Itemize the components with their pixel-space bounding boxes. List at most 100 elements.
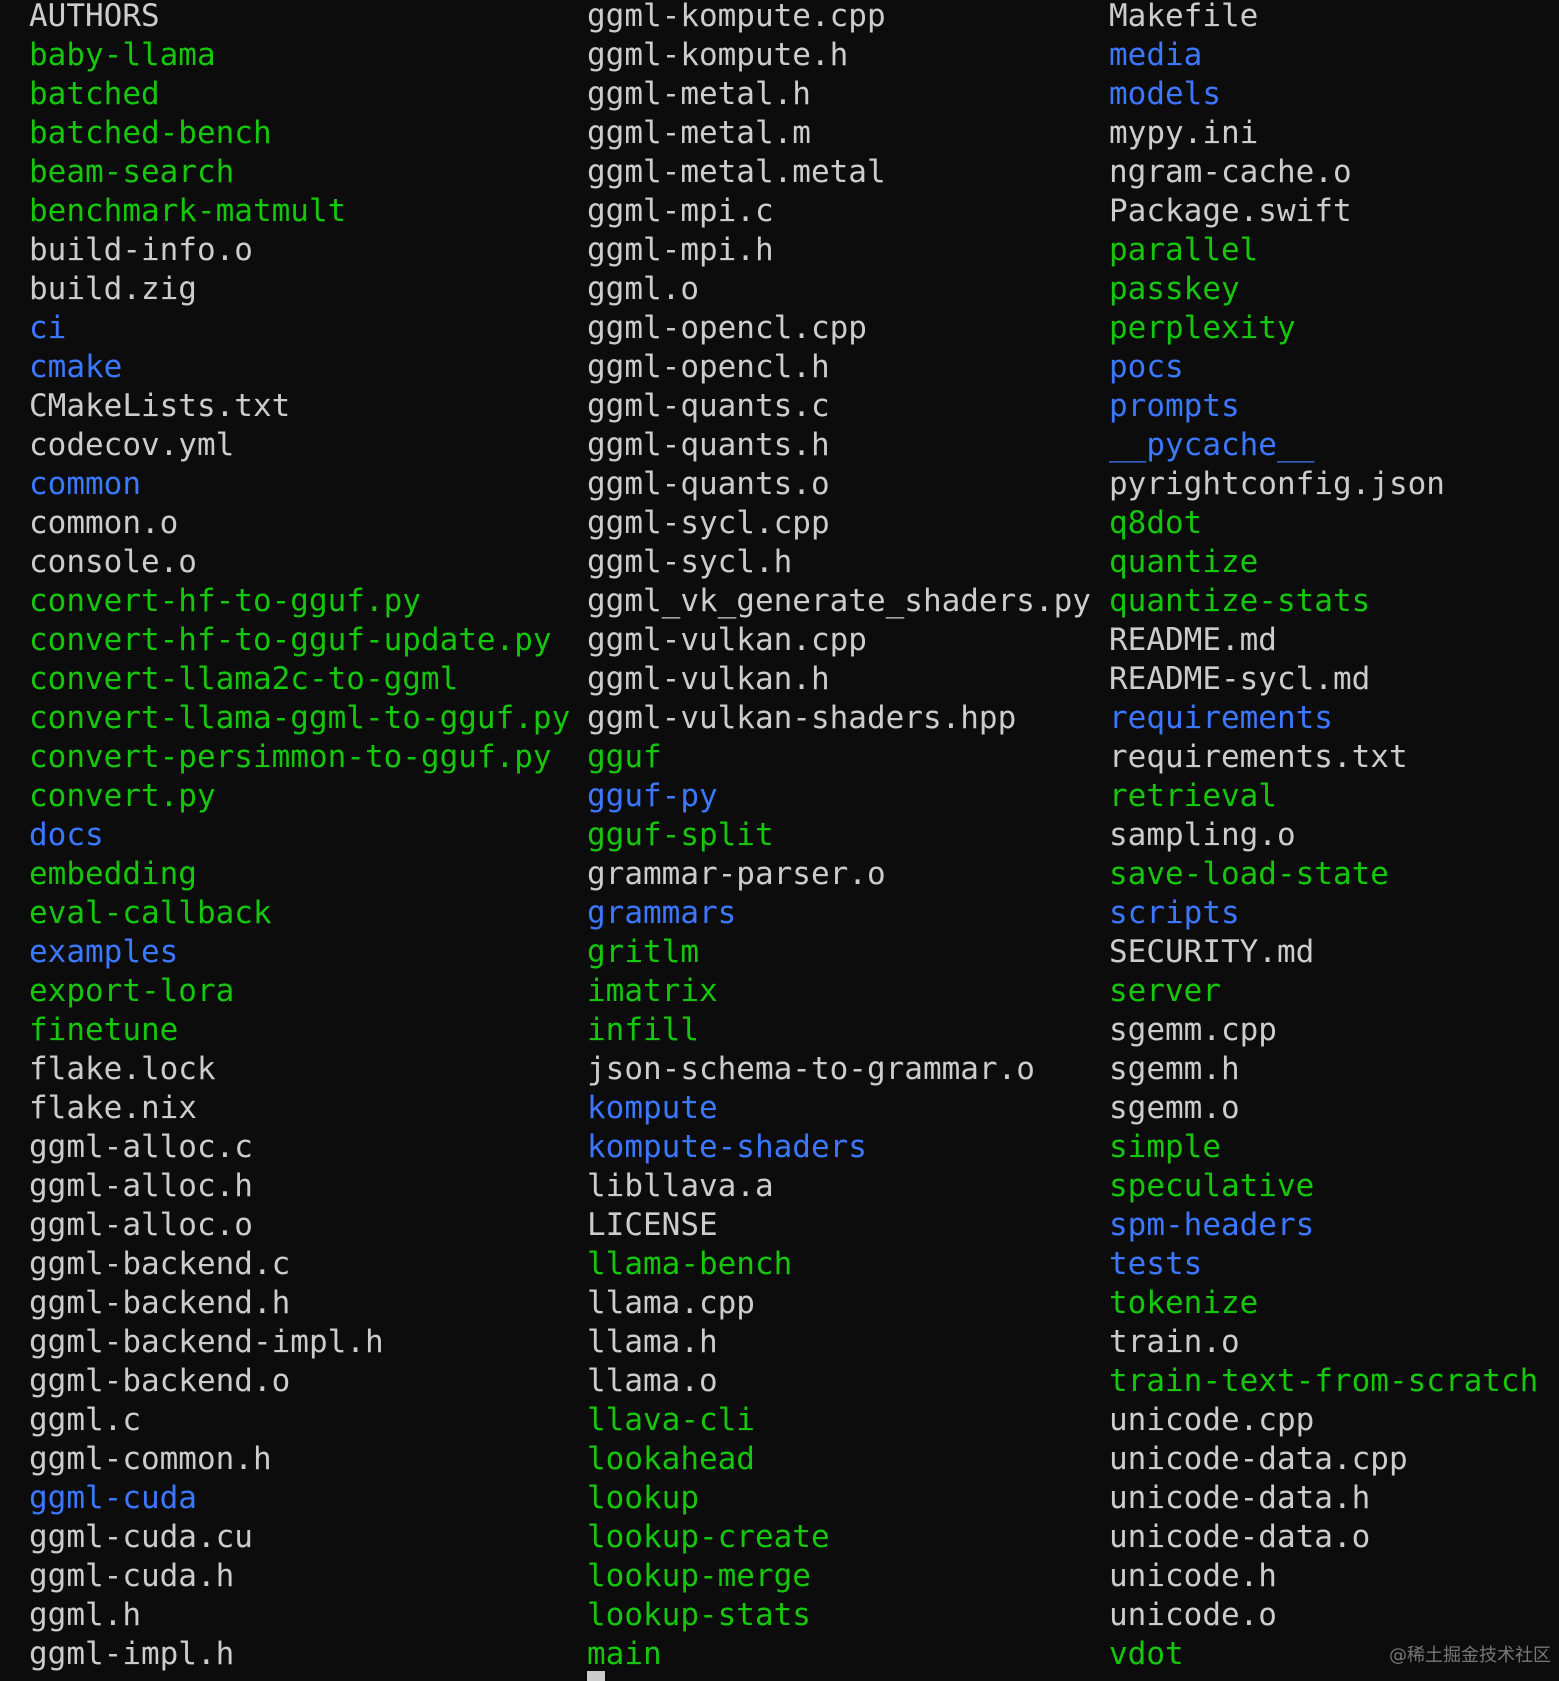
listing-entry: sgemm.h — [1109, 1051, 1240, 1087]
listing-entry: cmake — [29, 349, 123, 385]
listing-entry: SECURITY.md — [1109, 934, 1315, 970]
listing-entry: beam-search — [29, 154, 235, 190]
listing-entry: gritlm — [587, 934, 699, 970]
listing-entry: kompute-shaders — [587, 1129, 867, 1165]
listing-entry: prompts — [1109, 388, 1240, 424]
listing-entry: examples — [29, 934, 179, 970]
listing-entry: LICENSE — [587, 1207, 718, 1243]
listing-entry: ggml-vulkan.cpp — [587, 622, 867, 658]
listing-entry: README-sycl.md — [1109, 661, 1371, 697]
listing-entry: CMakeLists.txt — [29, 388, 291, 424]
listing-entry: ggml-quants.h — [587, 427, 830, 463]
listing-entry: gguf — [587, 739, 662, 775]
listing-entry: benchmark-matmult — [29, 193, 347, 229]
listing-entry: docs — [29, 817, 104, 853]
listing-entry: lookahead — [587, 1441, 755, 1477]
listing-entry: lookup-create — [587, 1519, 830, 1555]
watermark: @稀土掘金技术社区 — [1389, 1645, 1551, 1666]
listing-entry: train.o — [1109, 1324, 1240, 1360]
listing-entry: perplexity — [1109, 310, 1296, 346]
listing-entry: ggml-metal.m — [587, 115, 811, 151]
listing-entry: lookup-stats — [587, 1597, 811, 1633]
listing-entry: ggml-cuda.h — [29, 1558, 235, 1594]
listing-entry: ggml.c — [29, 1402, 141, 1438]
listing-entry: tokenize — [1109, 1285, 1259, 1321]
listing-entry: ggml-metal.metal — [587, 154, 886, 190]
listing-entry: retrieval — [1109, 778, 1277, 814]
listing-entry: ggml-sycl.h — [587, 544, 793, 580]
listing-entry: grammars — [587, 895, 737, 931]
listing-entry: baby-llama — [29, 37, 216, 73]
listing-entry: batched — [29, 76, 160, 112]
listing-entry: ggml-backend.h — [29, 1285, 291, 1321]
listing-entry: json-schema-to-grammar.o — [587, 1051, 1035, 1087]
listing-entry: lookup-merge — [587, 1558, 811, 1594]
listing-entry: ggml-vulkan-shaders.hpp — [587, 700, 1017, 736]
terminal-window[interactable]: AUTHORS baby-llama batched batched-bench bea… — [0, 0, 1559, 1681]
listing-entry: ggml_vk_generate_shaders.py — [587, 583, 1091, 619]
listing-entry: server — [1109, 973, 1221, 1009]
listing-entry: ggml-vulkan.h — [587, 661, 830, 697]
listing-entry: ggml-sycl.cpp — [587, 505, 830, 541]
listing-entry: llama-bench — [587, 1246, 793, 1282]
listing-entry: common.o — [29, 505, 179, 541]
listing-entry: ggml-opencl.h — [587, 349, 830, 385]
listing-entry: export-lora — [29, 973, 235, 1009]
listing-entry: convert-persimmon-to-gguf.py — [29, 739, 552, 775]
listing-entry: ngram-cache.o — [1109, 154, 1352, 190]
listing-entry: simple — [1109, 1129, 1221, 1165]
listing-entry: unicode.h — [1109, 1558, 1277, 1594]
listing-entry: scripts — [1109, 895, 1240, 931]
listing-entry: ggml-cuda — [29, 1480, 197, 1516]
listing-entry: unicode.o — [1109, 1597, 1277, 1633]
listing-entry: __pycache__ — [1109, 427, 1315, 463]
listing-entry: imatrix — [587, 973, 718, 1009]
listing-entry: ggml-backend.o — [29, 1363, 291, 1399]
listing-entry: eval-callback — [29, 895, 272, 931]
listing-entry: console.o — [29, 544, 197, 580]
listing-entry: kompute — [587, 1090, 718, 1126]
terminal-cursor — [587, 1671, 605, 1681]
listing-column-2: ggml-kompute.cpp ggml-kompute.h ggml-metal… — [587, 0, 1091, 1674]
listing-entry: unicode-data.h — [1109, 1480, 1371, 1516]
listing-entry: ggml.h — [29, 1597, 141, 1633]
listing-entry: mypy.ini — [1109, 115, 1259, 151]
listing-entry: grammar-parser.o — [587, 856, 886, 892]
listing-entry: lookup — [587, 1480, 699, 1516]
listing-entry: sampling.o — [1109, 817, 1296, 853]
listing-entry: main — [587, 1636, 662, 1672]
listing-entry: convert-llama-ggml-to-gguf.py — [29, 700, 571, 736]
listing-entry: common — [29, 466, 141, 502]
listing-column-3: Makefile media models mypy.ini ngram-cache.o… — [1109, 0, 1538, 1674]
listing-entry: ggml-kompute.cpp — [587, 0, 886, 34]
listing-entry: flake.nix — [29, 1090, 197, 1126]
listing-entry: passkey — [1109, 271, 1240, 307]
listing-entry: ggml-common.h — [29, 1441, 272, 1477]
listing-entry: ggml.o — [587, 271, 699, 307]
listing-entry: ggml-cuda.cu — [29, 1519, 253, 1555]
listing-entry: save-load-state — [1109, 856, 1389, 892]
listing-entry: ggml-quants.c — [587, 388, 830, 424]
listing-entry: flake.lock — [29, 1051, 216, 1087]
listing-entry: gguf-split — [587, 817, 774, 853]
listing-entry: quantize — [1109, 544, 1259, 580]
listing-entry: convert.py — [29, 778, 216, 814]
listing-entry: unicode-data.cpp — [1109, 1441, 1408, 1477]
listing-entry: gguf-py — [587, 778, 718, 814]
listing-entry: convert-hf-to-gguf-update.py — [29, 622, 552, 658]
listing-entry: convert-llama2c-to-ggml — [29, 661, 459, 697]
listing-entry: ggml-metal.h — [587, 76, 811, 112]
listing-entry: build.zig — [29, 271, 197, 307]
listing-entry: Makefile — [1109, 0, 1259, 34]
listing-entry: ggml-backend.c — [29, 1246, 291, 1282]
listing-entry: requirements.txt — [1109, 739, 1408, 775]
listing-entry: ggml-mpi.h — [587, 232, 774, 268]
listing-column-1: AUTHORS baby-llama batched batched-bench bea… — [29, 0, 570, 1674]
listing-entry: infill — [587, 1012, 699, 1048]
listing-entry: AUTHORS — [29, 0, 160, 34]
listing-entry: README.md — [1109, 622, 1277, 658]
listing-entry: batched-bench — [29, 115, 272, 151]
listing-entry: llama.o — [587, 1363, 718, 1399]
listing-entry: Package.swift — [1109, 193, 1352, 229]
listing-entry: ggml-alloc.c — [29, 1129, 253, 1165]
